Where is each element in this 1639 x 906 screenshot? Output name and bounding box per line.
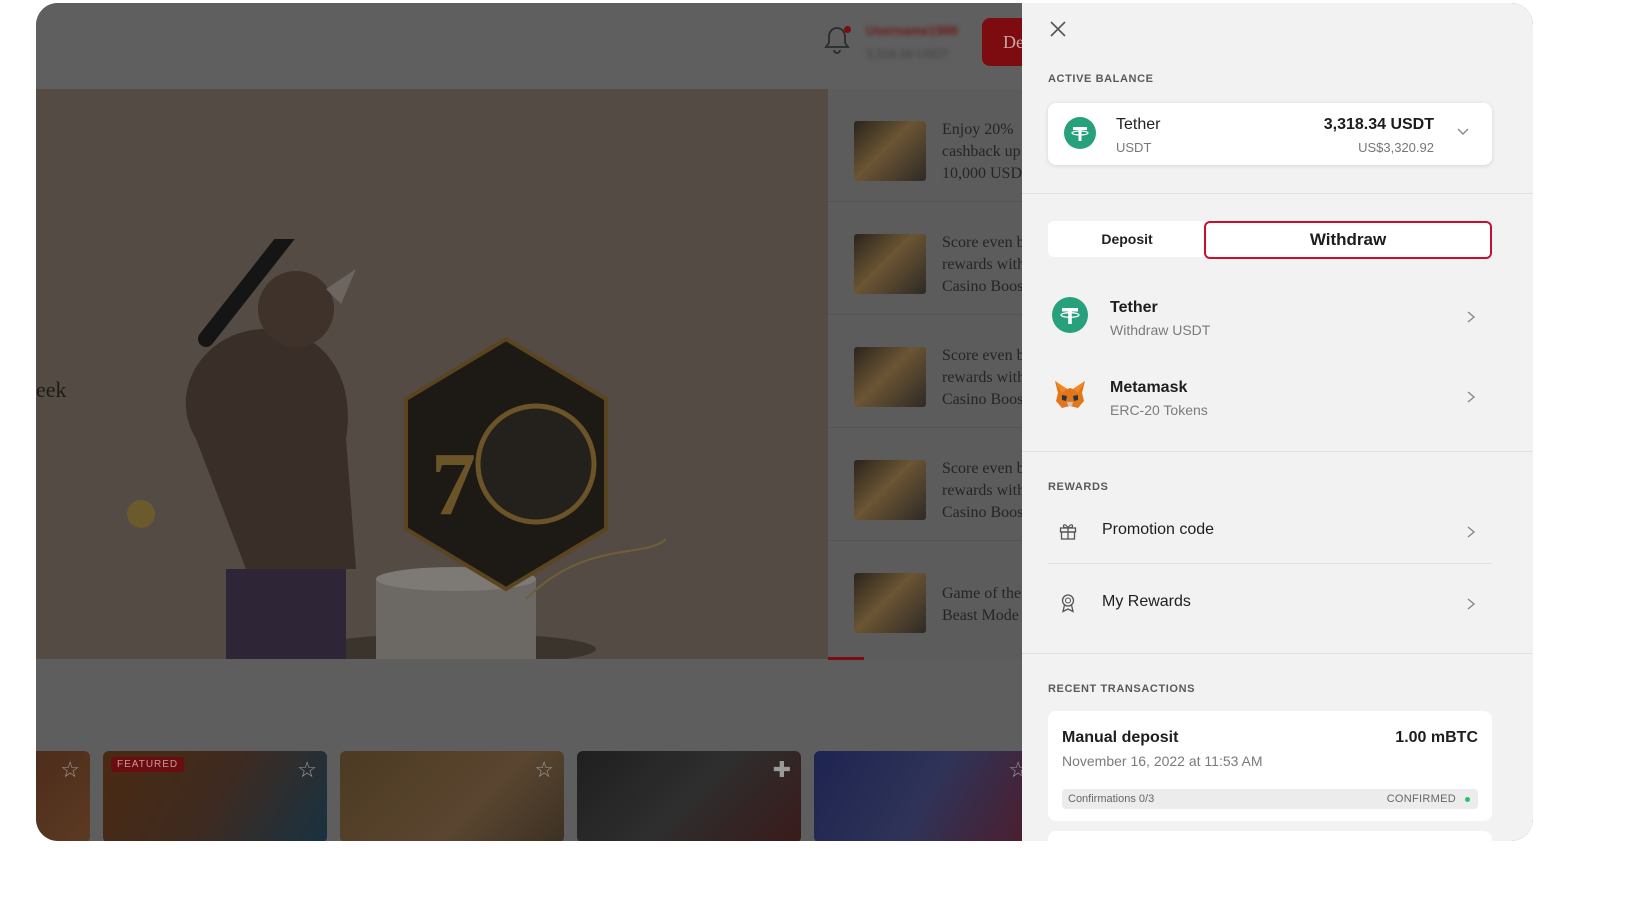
divider: [1022, 193, 1533, 194]
balance-selector[interactable]: Tether USDT 3,318.34 USDT US$3,320.92: [1048, 103, 1492, 165]
chevron-down-icon[interactable]: [1456, 127, 1470, 137]
tab-withdraw[interactable]: Withdraw: [1204, 221, 1492, 259]
method-title: Tether: [1110, 299, 1158, 316]
game-tile[interactable]: ☆: [36, 751, 90, 841]
transaction-card[interactable]: Manual deposit 1.00 mBTC November 16, 20…: [1048, 711, 1492, 821]
close-icon[interactable]: [1046, 17, 1070, 41]
withdraw-method-metamask[interactable]: Metamask ERC-20 Tokens: [1048, 373, 1492, 433]
transaction-date: November 16, 2022 at 11:53 AM: [1062, 753, 1263, 769]
balance-amount: 3,318.34 USDT: [1323, 116, 1434, 133]
chevron-right-icon: [1467, 391, 1476, 403]
game-tile[interactable]: ✚: [577, 751, 801, 841]
transaction-status-bar: Confirmations 0/3 CONFIRMED: [1062, 789, 1478, 809]
reward-label: Promotion code: [1102, 521, 1215, 538]
award-icon: [1061, 594, 1075, 613]
gift-icon: [1059, 524, 1077, 540]
carousel-progress: [828, 657, 864, 660]
method-subtitle: Withdraw USDT: [1110, 322, 1211, 338]
transaction-card[interactable]: [1048, 831, 1492, 841]
recent-transactions-label: RECENT TRANSACTIONS: [1048, 683, 1196, 695]
tab-deposit[interactable]: Deposit: [1048, 221, 1206, 257]
wallet-panel: ACTIVE BALANCE Tether USDT 3,318.34 USDT…: [1022, 3, 1533, 841]
active-balance-label: ACTIVE BALANCE: [1048, 73, 1154, 85]
header-balance: 3,318.34 USDT: [866, 47, 949, 61]
favorite-star-icon[interactable]: ☆: [297, 757, 317, 783]
balance-usd-value: US$3,320.92: [1358, 140, 1434, 155]
transaction-amount: 1.00 mBTC: [1395, 729, 1478, 746]
svg-text:7: 7: [431, 435, 476, 534]
method-subtitle: ERC-20 Tokens: [1110, 402, 1208, 418]
favorite-star-icon[interactable]: ☆: [60, 757, 80, 783]
game-tile[interactable]: ☆: [814, 751, 1038, 841]
promo-thumbnail: [854, 460, 926, 520]
method-title: Metamask: [1110, 379, 1188, 396]
site-header: Username1988 3,318.34 USDT Deposit: [36, 3, 1084, 89]
flag-uk-icon: ✚: [772, 757, 791, 782]
chevron-right-icon: [1467, 598, 1476, 610]
favorite-star-icon[interactable]: ☆: [534, 757, 554, 783]
balance-currency-name: Tether: [1116, 116, 1161, 133]
transaction-confirmations: Confirmations 0/3: [1068, 793, 1155, 805]
metamask-icon: [1055, 381, 1085, 408]
username: Username1988: [866, 23, 958, 38]
chevron-right-icon: [1467, 311, 1476, 323]
promotion-code-row[interactable]: Promotion code: [1048, 501, 1492, 564]
tether-icon: [1052, 297, 1088, 333]
featured-badge: FEATURED: [111, 757, 185, 772]
withdraw-method-tether[interactable]: Tether Withdraw USDT: [1048, 293, 1492, 353]
status-dot-icon: [1465, 797, 1470, 802]
chevron-right-icon: [1467, 526, 1476, 538]
notification-dot: [844, 26, 851, 33]
tether-icon: [1064, 117, 1096, 149]
divider: [1022, 451, 1533, 452]
rewards-label: REWARDS: [1048, 481, 1109, 493]
hero-banner[interactable]: eek 7: [36, 89, 828, 659]
deposit-withdraw-tabs: Deposit Withdraw: [1048, 221, 1492, 259]
transaction-status: CONFIRMED: [1386, 793, 1456, 805]
promo-thumbnail: [854, 347, 926, 407]
games-row: ☆ FEATURED ☆ ☆ ✚ ☆: [36, 751, 1084, 841]
balance-currency-code: USDT: [1116, 140, 1152, 155]
divider: [1022, 653, 1533, 654]
game-tile[interactable]: FEATURED ☆: [103, 751, 327, 841]
promo-thumbnail: [854, 121, 926, 181]
game-tile[interactable]: ☆: [340, 751, 564, 841]
reward-label: My Rewards: [1102, 593, 1191, 610]
hero-title: eek: [36, 377, 67, 402]
promo-thumbnail: [854, 234, 926, 294]
promo-thumbnail: [854, 573, 926, 633]
transaction-title: Manual deposit: [1062, 729, 1179, 746]
my-rewards-row[interactable]: My Rewards: [1048, 573, 1492, 635]
hero-illustration: 7: [127, 239, 666, 659]
app-frame: Username1988 3,318.34 USDT Deposit eek 7…: [36, 3, 1533, 841]
